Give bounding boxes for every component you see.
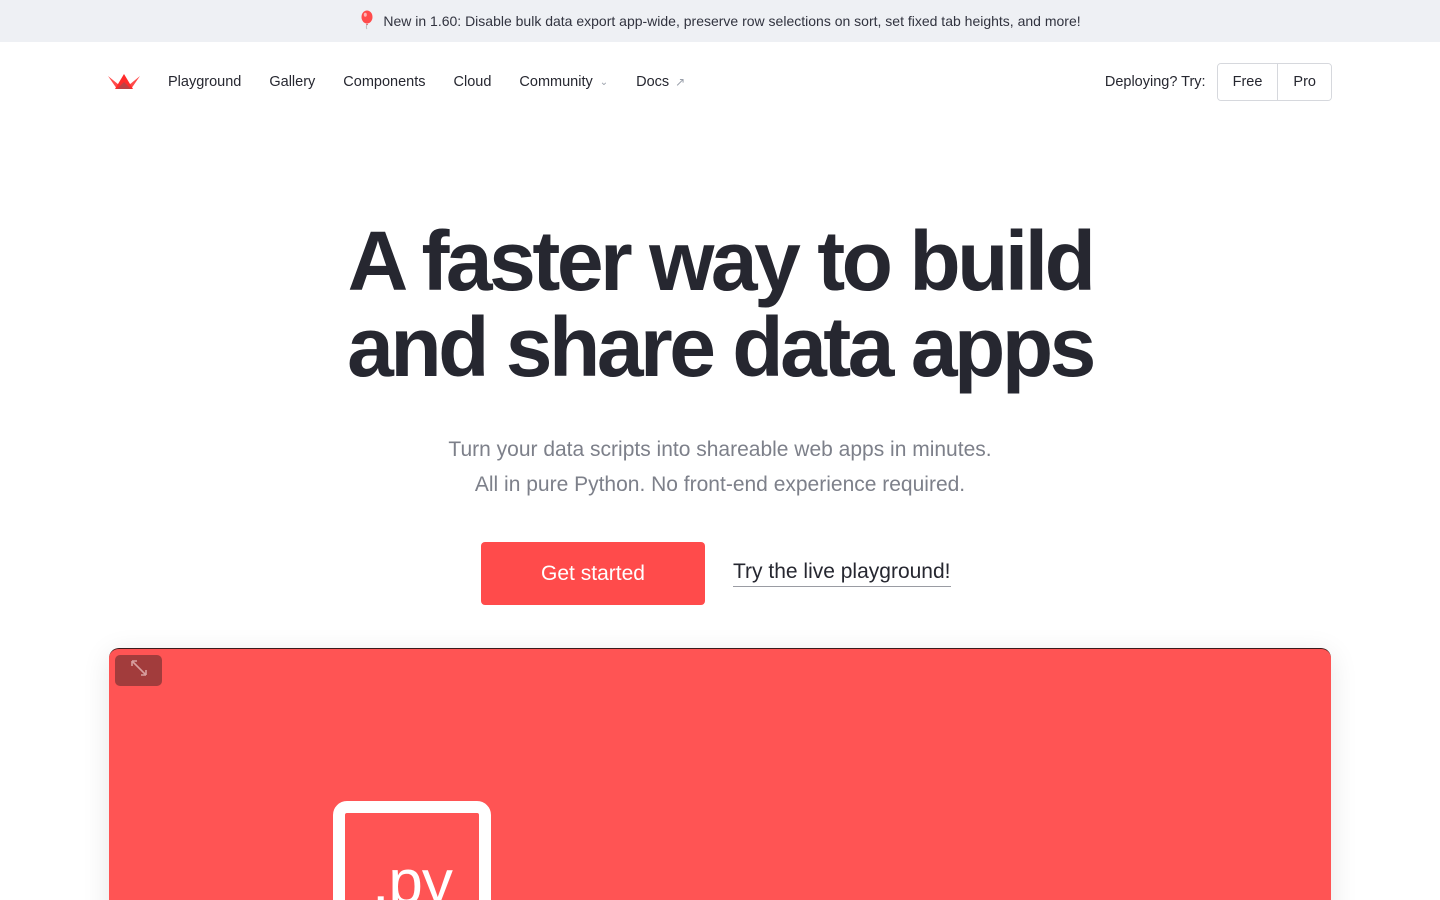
nav-link-label: Cloud <box>453 74 492 90</box>
hero-subtitle-line-1: Turn your data scripts into shareable we… <box>448 438 992 461</box>
python-file-illustration: .py <box>333 801 491 900</box>
streamlit-logo-icon[interactable] <box>108 72 140 92</box>
announcement-text[interactable]: New in 1.60: Disable bulk data export ap… <box>383 13 1080 29</box>
python-file-label: .py <box>372 848 453 900</box>
external-link-icon: ↗ <box>675 75 686 89</box>
nav-link-label: Playground <box>168 74 242 90</box>
nav-link-label: Docs <box>636 74 670 90</box>
nav-link-playground[interactable]: Playground <box>168 74 241 90</box>
nav-link-cloud[interactable]: Cloud <box>454 74 492 90</box>
deploy-label: Deploying? Try: <box>1104 74 1206 90</box>
nav-link-gallery[interactable]: Gallery <box>269 74 315 90</box>
hero-title-line-2: and share data apps <box>347 300 1096 394</box>
hero-subtitle: Turn your data scripts into shareable we… <box>0 432 1440 502</box>
hero-title-line-1: A faster way to build <box>347 214 1096 308</box>
expand-icon <box>130 659 148 682</box>
get-started-button[interactable]: Get started <box>481 542 705 605</box>
deploy-options: Deploying? Try: Free Pro <box>1105 63 1332 101</box>
announcement-bar[interactable]: New in 1.60: Disable bulk data export ap… <box>0 0 1440 42</box>
balloon-icon <box>359 10 375 30</box>
nav-link-label: Gallery <box>269 74 316 90</box>
cta-row: Get started Try the live playground! <box>481 542 951 605</box>
nav-link-community[interactable]: Community ⌄ <box>519 74 608 90</box>
nav-link-components[interactable]: Components <box>343 74 425 90</box>
nav-links: Playground Gallery Components Cloud Comm… <box>168 74 713 90</box>
deploy-pro-button[interactable]: Pro <box>1277 64 1331 100</box>
deploy-free-button[interactable]: Free <box>1217 64 1278 100</box>
nav-link-docs[interactable]: Docs ↗ <box>636 74 685 90</box>
chevron-down-icon: ⌄ <box>599 76 609 88</box>
live-playground-link[interactable]: Try the live playground! <box>733 560 951 587</box>
expand-button[interactable] <box>115 655 162 686</box>
hero-subtitle-line-2: All in pure Python. No front-end experie… <box>474 473 966 496</box>
deploy-button-group: Free Pro <box>1216 63 1332 101</box>
demo-panel: .py <box>109 648 1331 900</box>
nav-link-label: Community <box>519 74 593 90</box>
hero-title: A faster way to build and share data app… <box>0 218 1440 390</box>
nav-link-label: Components <box>343 74 426 90</box>
main-nav: Playground Gallery Components Cloud Comm… <box>108 62 1332 102</box>
